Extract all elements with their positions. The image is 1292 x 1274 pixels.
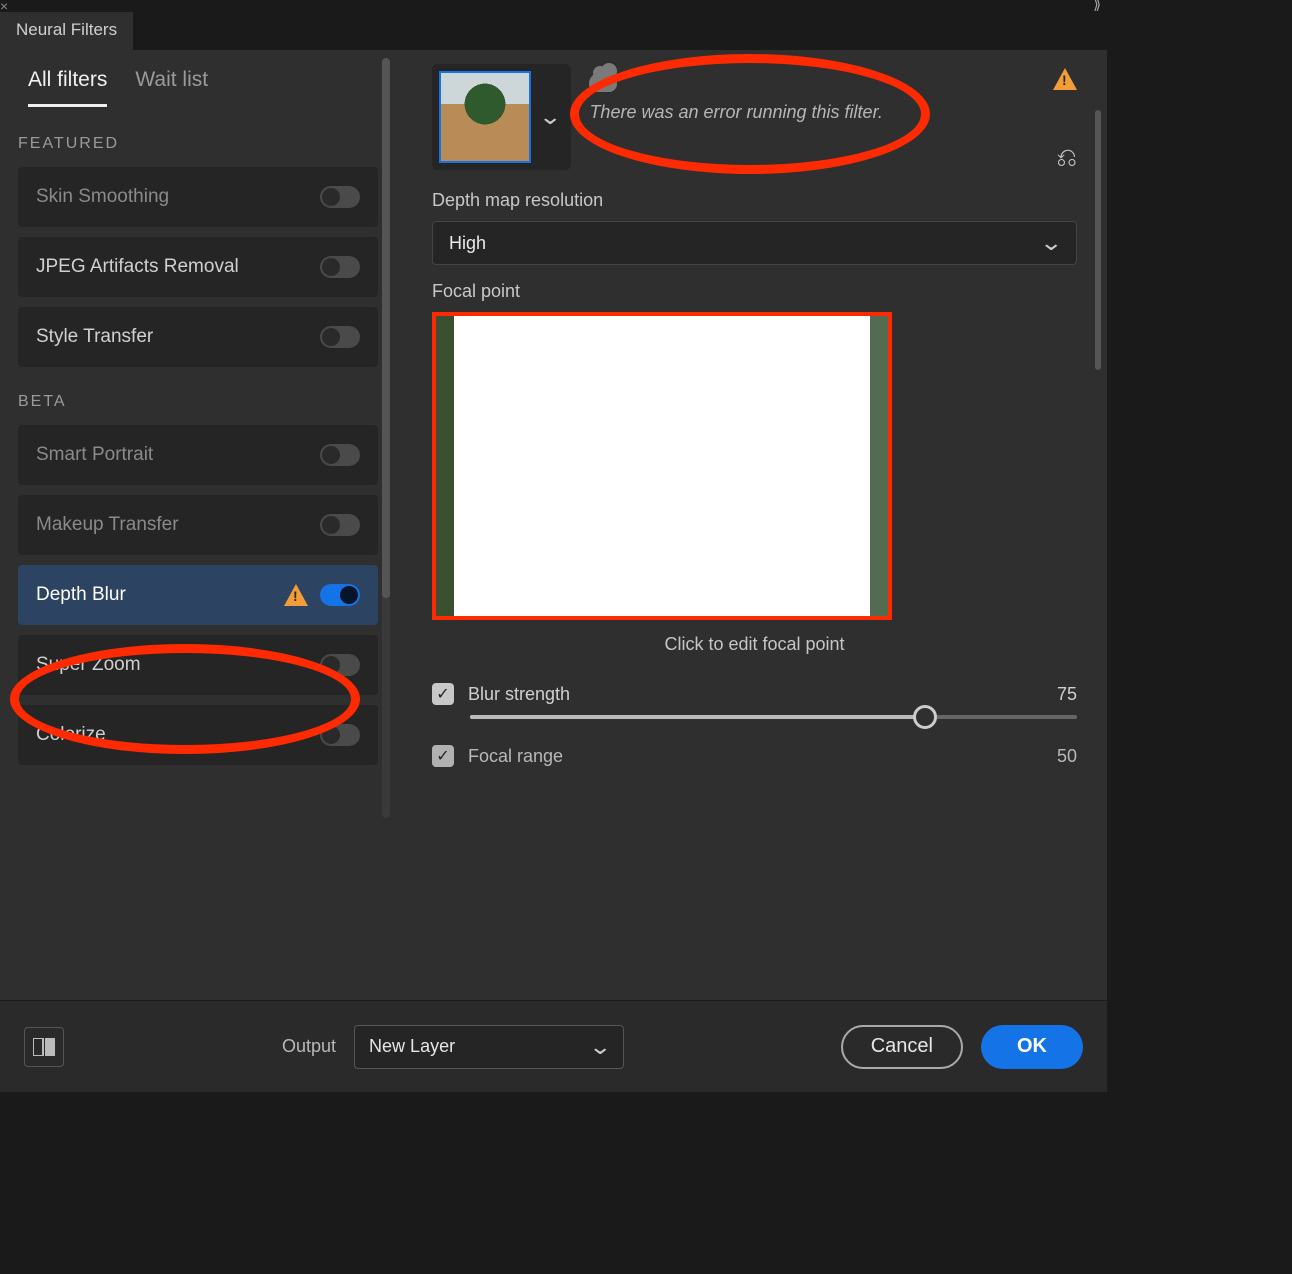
toggle-depth-blur[interactable]: [320, 584, 360, 606]
tab-all-filters[interactable]: All filters: [28, 68, 107, 107]
panel-scrollbar-thumb[interactable]: [1095, 110, 1101, 370]
warning-icon: [1053, 68, 1077, 90]
section-beta: BETA: [18, 393, 378, 411]
filter-skin-smoothing[interactable]: Skin Smoothing: [18, 167, 378, 227]
depth-map-label: Depth map resolution: [432, 190, 1077, 211]
focal-range-value: 50: [1057, 746, 1077, 767]
cancel-button[interactable]: Cancel: [841, 1025, 963, 1069]
filter-label: Makeup Transfer: [36, 514, 179, 536]
chevron-down-icon[interactable]: ⌄: [538, 104, 562, 130]
focal-point-label: Focal point: [432, 281, 1077, 302]
filter-sidebar: All filters Wait list FEATURED Skin Smoo…: [0, 50, 392, 1000]
filter-label: Depth Blur: [36, 584, 126, 606]
preview-thumbnail: [439, 71, 531, 163]
toggle-style-transfer[interactable]: [320, 326, 360, 348]
error-message: There was an error running this filter.: [589, 102, 1077, 123]
toggle-makeup-transfer[interactable]: [320, 514, 360, 536]
toggle-colorize[interactable]: [320, 724, 360, 746]
blur-strength-checkbox[interactable]: ✓: [432, 683, 454, 705]
filter-colorize[interactable]: Colorize: [18, 705, 378, 765]
collapse-panel-icon[interactable]: ⟫: [1093, 0, 1101, 13]
compare-icon: [33, 1038, 55, 1056]
select-value: New Layer: [369, 1036, 455, 1057]
chevron-down-icon: ⌄: [1039, 230, 1063, 256]
filter-label: Super Zoom: [36, 654, 141, 676]
filter-label: Style Transfer: [36, 326, 153, 348]
filter-label: Skin Smoothing: [36, 186, 169, 208]
filter-label: Colorize: [36, 724, 106, 746]
filter-makeup-transfer[interactable]: Makeup Transfer: [18, 495, 378, 555]
blur-strength-slider[interactable]: [470, 715, 1077, 719]
panel-title-tab[interactable]: Neural Filters: [0, 12, 133, 50]
chevron-down-icon: ⌄: [588, 1034, 612, 1060]
output-label: Output: [282, 1036, 336, 1057]
preview-thumbnail-selector[interactable]: ⌄: [432, 64, 571, 170]
toggle-skin-smoothing[interactable]: [320, 186, 360, 208]
section-featured: FEATURED: [18, 135, 378, 153]
cloud-icon: [589, 72, 617, 92]
settings-panel: ⌄ There was an error running this filter…: [392, 50, 1107, 1000]
toggle-super-zoom[interactable]: [320, 654, 360, 676]
close-icon[interactable]: ×: [0, 0, 8, 14]
output-select[interactable]: New Layer ⌄: [354, 1025, 624, 1069]
filter-jpeg-artifacts[interactable]: JPEG Artifacts Removal: [18, 237, 378, 297]
footer-bar: Output New Layer ⌄ Cancel OK: [0, 1000, 1107, 1092]
ok-button[interactable]: OK: [981, 1025, 1083, 1069]
focal-range-label: Focal range: [468, 746, 563, 767]
filter-label: Smart Portrait: [36, 444, 153, 466]
filter-style-transfer[interactable]: Style Transfer: [18, 307, 378, 367]
toggle-smart-portrait[interactable]: [320, 444, 360, 466]
focal-range-checkbox[interactable]: ✓: [432, 745, 454, 767]
focal-point-caption: Click to edit focal point: [432, 634, 1077, 655]
toggle-jpeg-artifacts[interactable]: [320, 256, 360, 278]
filter-label: JPEG Artifacts Removal: [36, 256, 239, 278]
blur-strength-label: Blur strength: [468, 684, 570, 705]
compare-view-button[interactable]: [24, 1027, 64, 1067]
tab-wait-list[interactable]: Wait list: [135, 68, 208, 107]
filter-smart-portrait[interactable]: Smart Portrait: [18, 425, 378, 485]
focal-point-preview[interactable]: [432, 312, 892, 620]
blur-strength-value: 75: [1057, 684, 1077, 705]
sidebar-scrollbar-thumb[interactable]: [382, 58, 390, 598]
select-value: High: [449, 233, 486, 254]
undo-icon[interactable]: ⎌: [1056, 142, 1077, 174]
depth-map-select[interactable]: High ⌄: [432, 221, 1077, 265]
warning-icon: [284, 584, 308, 606]
filter-super-zoom[interactable]: Super Zoom: [18, 635, 378, 695]
filter-depth-blur[interactable]: Depth Blur: [18, 565, 378, 625]
